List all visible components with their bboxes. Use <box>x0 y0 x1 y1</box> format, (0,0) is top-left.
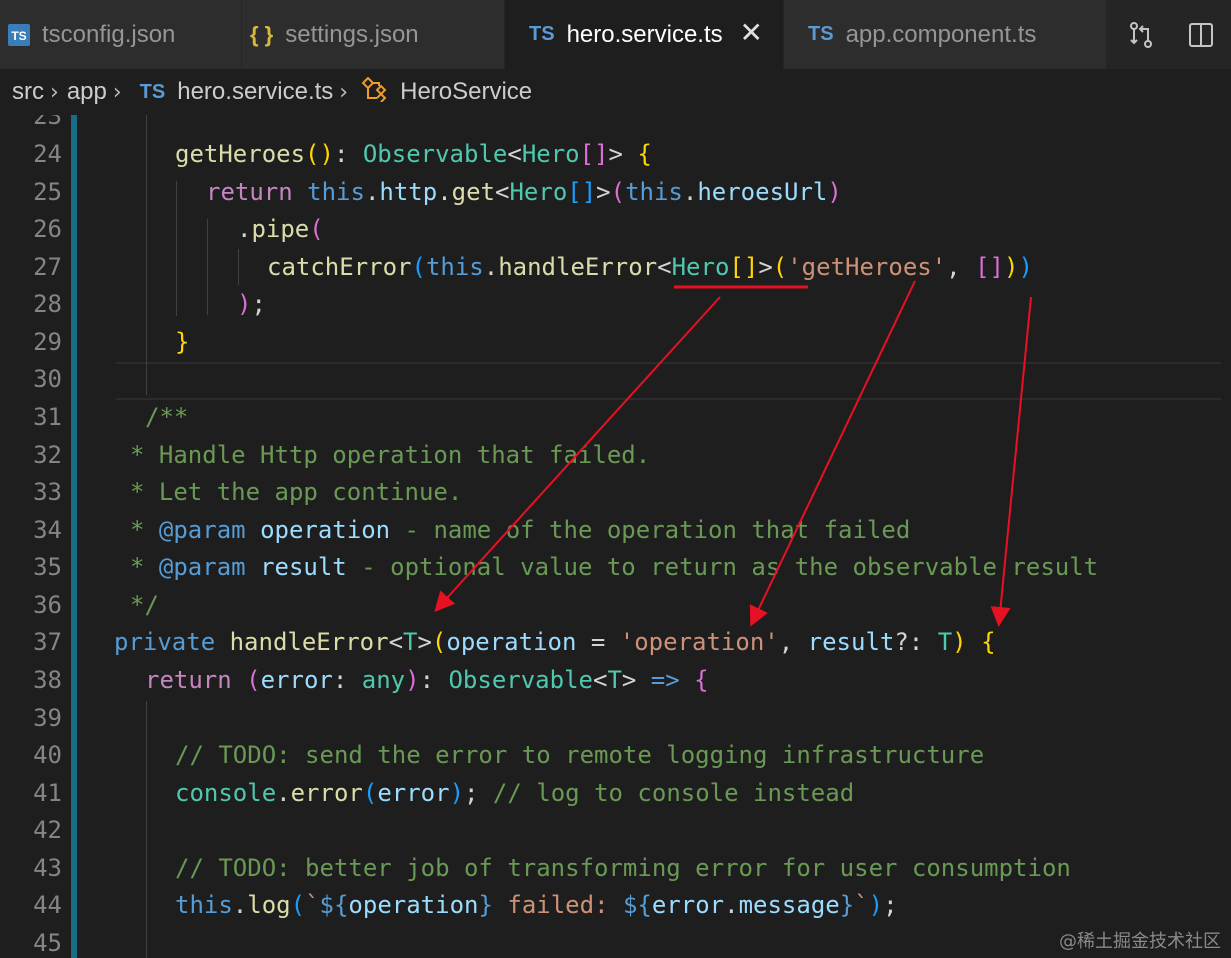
code-line: 30 <box>0 360 1231 398</box>
chevron-right-icon: › <box>50 79 59 105</box>
split-editor-icon[interactable] <box>1185 19 1217 51</box>
line-number: 42 <box>33 816 62 844</box>
line-number: 27 <box>33 253 62 281</box>
code-line: 24 getHeroes(): Observable<Hero[]> { <box>0 135 1231 173</box>
line-number: 45 <box>33 929 62 957</box>
line-number: 25 <box>33 178 62 206</box>
breadcrumb-symbol[interactable]: HeroService <box>400 78 532 106</box>
tab-label: tsconfig.json <box>42 20 176 48</box>
code-line: 43 // TODO: better job of transforming e… <box>0 849 1231 887</box>
code-line: 26 .pipe( <box>0 210 1231 248</box>
tab-label: hero.service.ts <box>566 20 723 48</box>
code-line: 39 <box>0 699 1231 737</box>
code-line: 31 /** <box>0 398 1231 436</box>
code-line: 40 // TODO: send the error to remote log… <box>0 736 1231 774</box>
code-line: 41 console.error(error); // log to conso… <box>0 774 1231 812</box>
code-line: 33 * Let the app continue. <box>0 473 1231 511</box>
breadcrumb-file[interactable]: hero.service.ts <box>177 78 333 106</box>
compare-changes-icon[interactable] <box>1125 19 1157 51</box>
line-number: 29 <box>33 328 62 356</box>
json-icon: { } <box>250 21 274 47</box>
line-number: 35 <box>33 553 62 581</box>
line-number: 33 <box>33 478 62 506</box>
tab-tsconfig[interactable]: TS tsconfig.json <box>0 0 242 69</box>
line-number: 30 <box>33 365 62 393</box>
scrollbar[interactable] <box>1221 115 1231 958</box>
tab-app-component[interactable]: TS app.component.ts <box>784 0 1107 69</box>
breadcrumb-app[interactable]: app <box>67 78 107 106</box>
ts-config-icon: TS <box>8 23 30 46</box>
code-line: 25 return this.http.get<Hero[]>(this.her… <box>0 173 1231 211</box>
tab-hero-service[interactable]: TS hero.service.ts ✕ <box>505 0 784 69</box>
line-number: 23 <box>33 115 62 130</box>
line-number: 34 <box>33 516 62 544</box>
code-line: 35 * @param result - optional value to r… <box>0 548 1231 586</box>
tab-label: app.component.ts <box>845 20 1037 48</box>
line-number: 37 <box>33 628 62 656</box>
code-line: 34 * @param operation - name of the oper… <box>0 511 1231 549</box>
code-line: 38 return (error: any): Observable<T> =>… <box>0 661 1231 699</box>
code-line: 32 * Handle Http operation that failed. <box>0 436 1231 474</box>
typescript-icon: TS <box>808 23 834 45</box>
code-editor[interactable]: 23 24 getHeroes(): Observable<Hero[]> { … <box>0 115 1231 958</box>
code-line: 27 catchError(this.handleError<Hero[]>('… <box>0 248 1231 286</box>
code-line: 37 private handleError<T>(operation = 'o… <box>0 623 1231 661</box>
class-symbol-icon <box>360 76 390 109</box>
typescript-icon: TS <box>139 80 166 103</box>
line-number: 28 <box>33 290 62 318</box>
editor-actions <box>1111 0 1231 69</box>
line-number: 26 <box>33 215 62 243</box>
close-icon[interactable]: ✕ <box>740 18 763 48</box>
code-line: 45 <box>0 924 1231 958</box>
typescript-icon: TS <box>529 23 555 45</box>
line-number: 39 <box>33 704 62 732</box>
line-number: 24 <box>33 140 62 168</box>
code-line: 28 ); <box>0 285 1231 323</box>
breadcrumb-src[interactable]: src <box>12 78 44 106</box>
code-line: 42 <box>0 811 1231 849</box>
code-line: 36 */ <box>0 586 1231 624</box>
breadcrumb: src › app › TS hero.service.ts › HeroSer… <box>0 69 1231 115</box>
tab-settings[interactable]: { } settings.json <box>242 0 505 69</box>
line-number: 41 <box>33 779 62 807</box>
tab-bar: TS tsconfig.json { } settings.json TS he… <box>0 0 1231 69</box>
line-number: 40 <box>33 741 62 769</box>
line-number: 32 <box>33 441 62 469</box>
line-number: 43 <box>33 854 62 882</box>
chevron-right-icon: › <box>112 79 122 105</box>
line-number: 31 <box>33 403 62 431</box>
code-line: 29 } <box>0 323 1231 361</box>
code-line: 23 <box>0 115 1231 135</box>
chevron-right-icon: › <box>339 79 349 105</box>
tab-label: settings.json <box>285 20 419 48</box>
line-number: 38 <box>33 666 62 694</box>
code-line: 44 this.log(`${operation} failed: ${erro… <box>0 886 1231 924</box>
watermark: @稀土掘金技术社区 <box>1059 931 1221 952</box>
line-number: 44 <box>33 891 62 919</box>
line-number: 36 <box>33 591 62 619</box>
